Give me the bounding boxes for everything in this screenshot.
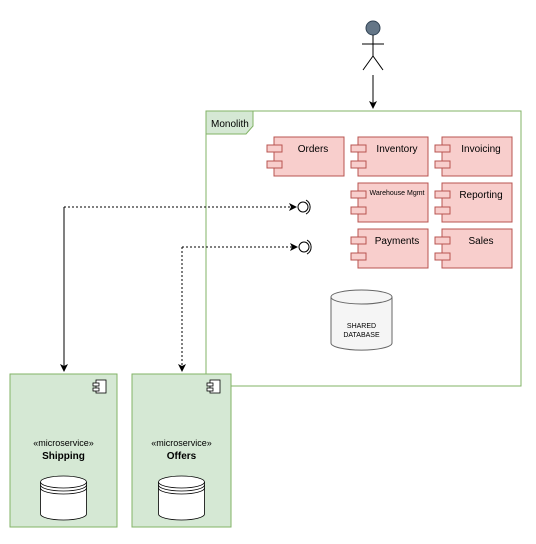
microservice-name: Offers bbox=[167, 451, 197, 462]
stereotype-label: «microservice» bbox=[33, 438, 94, 448]
database-icon bbox=[40, 475, 87, 521]
shipping-connector bbox=[63, 203, 297, 371]
component-label: Warehouse Mgmt bbox=[370, 190, 425, 197]
interface-shipping[interactable] bbox=[297, 199, 311, 215]
component-label: Invoicing bbox=[461, 144, 500, 155]
architecture-diagram: Monolith Orders Inventory Invoicing Warehou… bbox=[9, 20, 522, 528]
component-reporting[interactable]: Reporting bbox=[434, 182, 513, 223]
component-label: Payments bbox=[375, 236, 419, 247]
microservice-name: Shipping bbox=[42, 451, 85, 462]
component-warehouse-mgmt[interactable]: Warehouse Mgmt bbox=[350, 182, 429, 223]
component-label: Sales bbox=[468, 236, 493, 247]
stereotype-label: «microservice» bbox=[151, 438, 212, 448]
component-label: Inventory bbox=[376, 144, 417, 155]
component-payments[interactable]: Payments bbox=[350, 228, 429, 269]
component-label: Reporting bbox=[459, 190, 502, 201]
shared-database[interactable]: SHARED DATABASE bbox=[330, 289, 393, 351]
microservice-offers[interactable]: «microservice» Offers bbox=[131, 373, 232, 528]
database-icon bbox=[158, 475, 205, 521]
actor-user[interactable] bbox=[362, 20, 384, 71]
component-invoicing[interactable]: Invoicing bbox=[434, 136, 513, 177]
microservice-shipping[interactable]: «microservice» Shipping bbox=[9, 373, 118, 528]
component-label: Orders bbox=[298, 144, 329, 155]
svg-text:DATABASE: DATABASE bbox=[343, 332, 380, 339]
monolith-label: Monolith bbox=[211, 119, 249, 130]
svg-text:SHARED: SHARED bbox=[347, 323, 376, 330]
component-orders[interactable]: Orders bbox=[266, 136, 345, 177]
interface-offers[interactable] bbox=[298, 239, 312, 255]
component-sales[interactable]: Sales bbox=[434, 228, 513, 269]
component-inventory[interactable]: Inventory bbox=[350, 136, 429, 177]
